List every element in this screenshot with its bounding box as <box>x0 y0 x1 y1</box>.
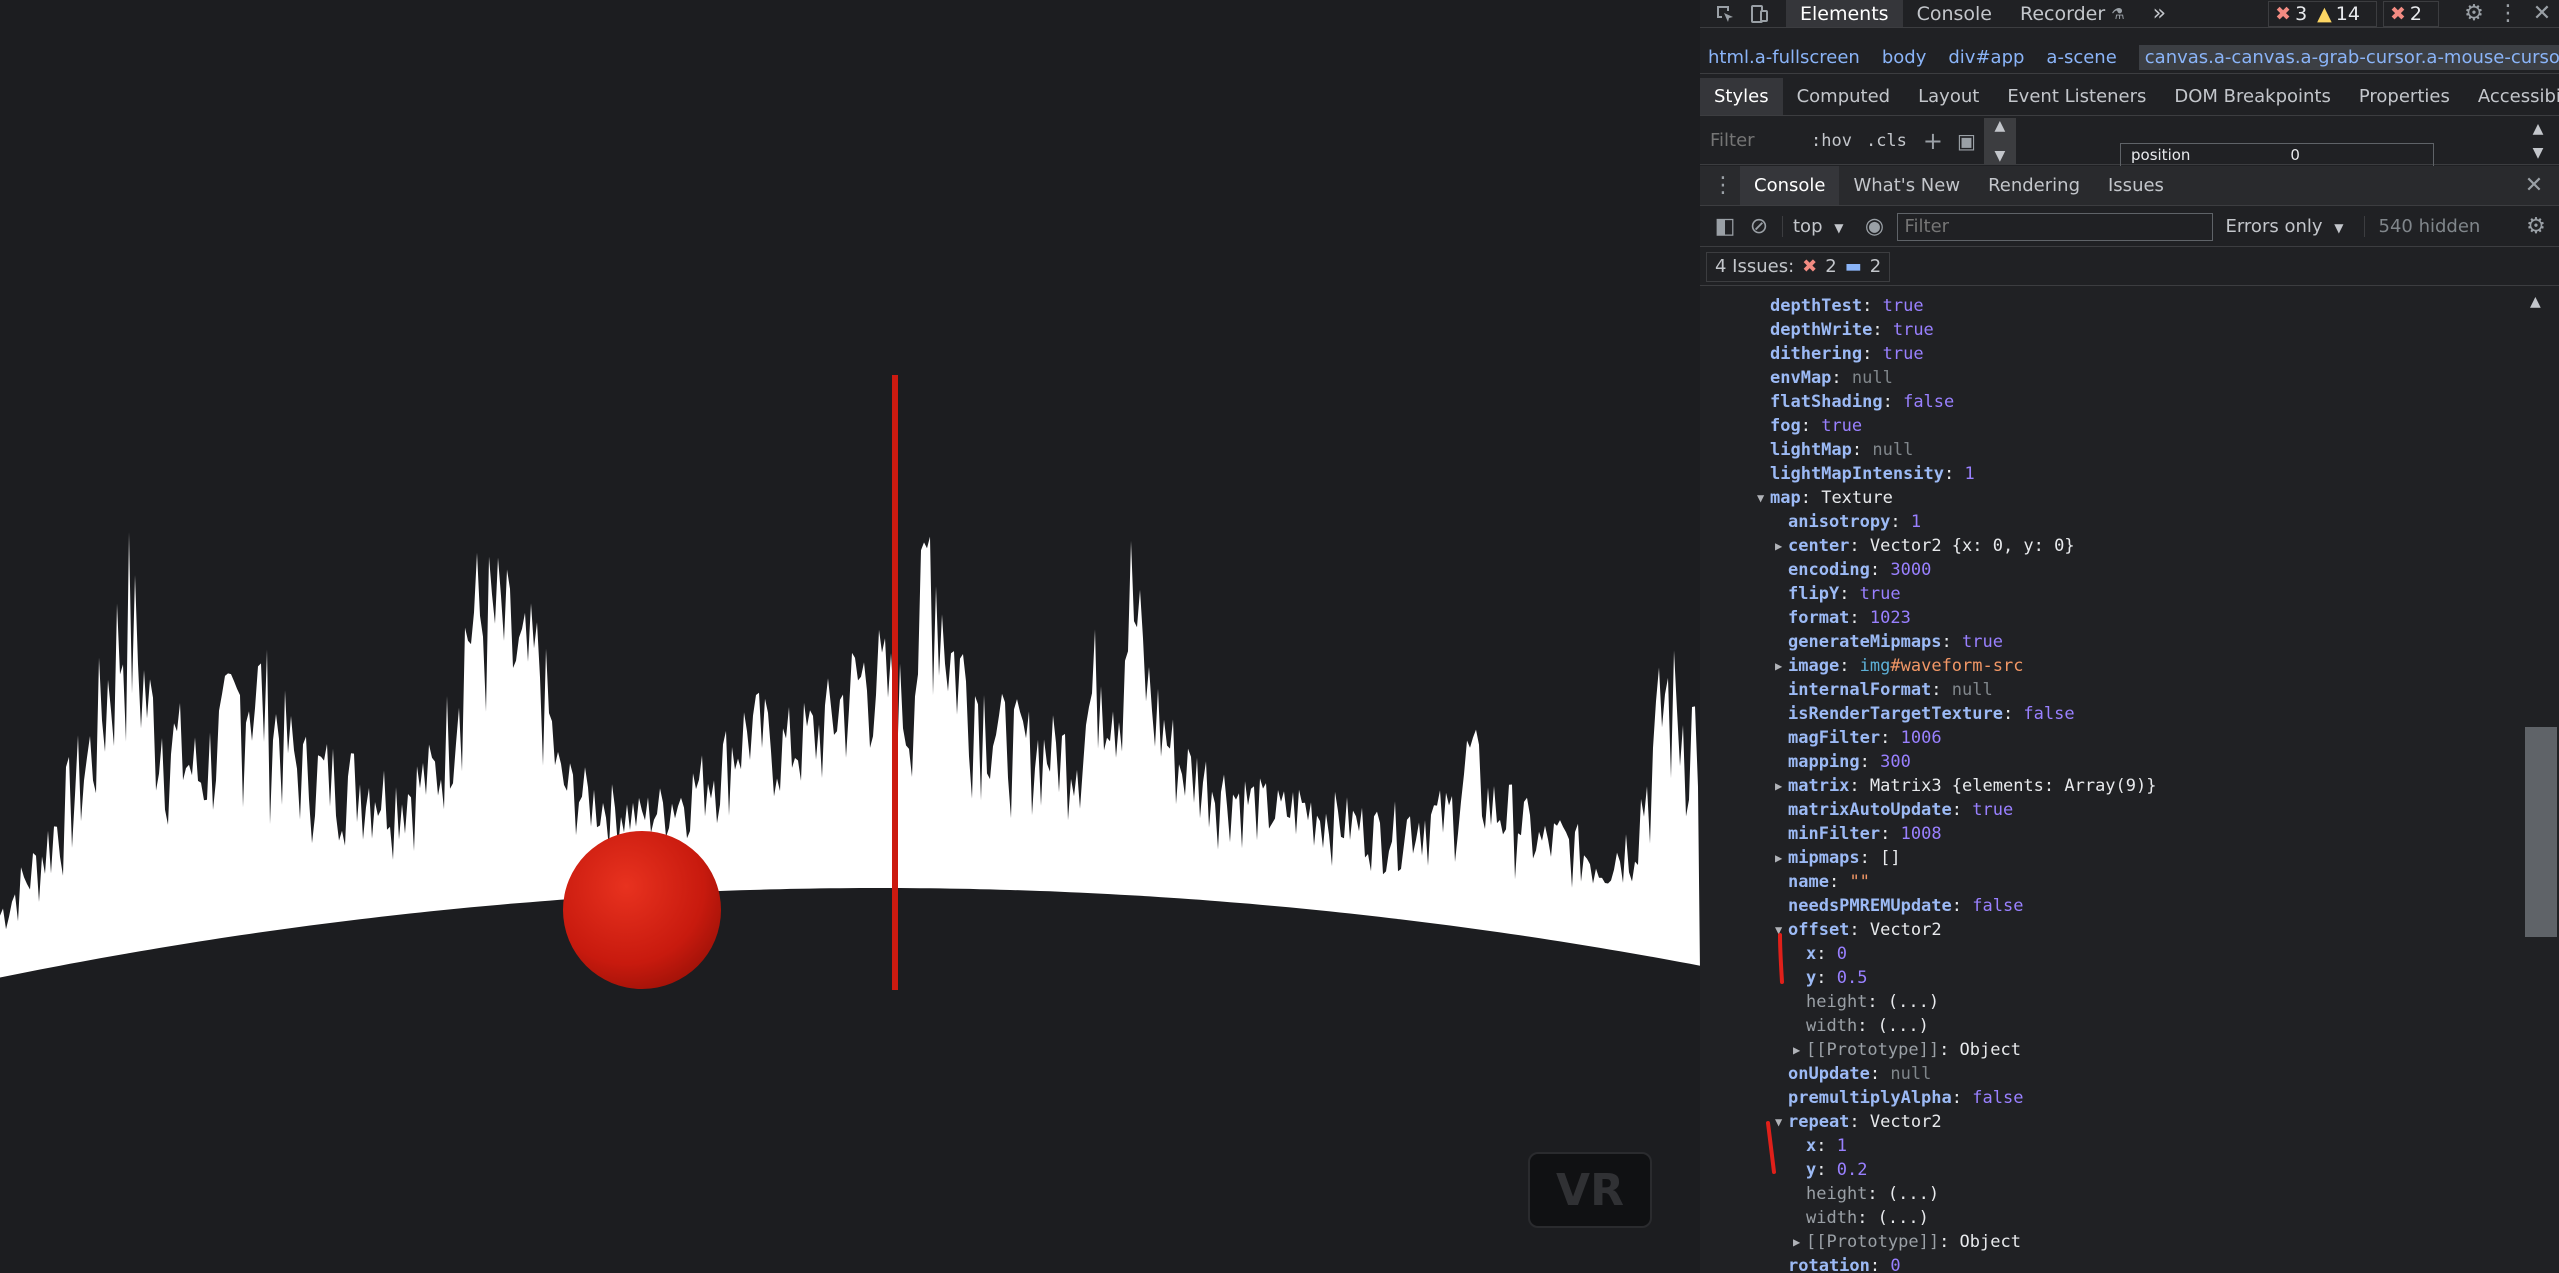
red-sphere[interactable] <box>563 831 721 989</box>
ground-arc <box>0 888 1700 1273</box>
a-frame-scene-canvas[interactable]: VR <box>0 0 1700 1273</box>
annotation-overlay <box>1766 933 1784 1174</box>
scene-render <box>0 375 1700 1273</box>
annotation-mark-offset <box>1778 933 1784 984</box>
annotation-mark-repeat <box>1766 1121 1776 1174</box>
playhead-marker <box>892 375 898 990</box>
vr-mode-button[interactable]: VR <box>1528 1152 1652 1228</box>
devtools-panel: Elements Console Recorder ⚗ » ✖ 3 ▲ 14 ✖ 2 … <box>1700 0 2559 1273</box>
